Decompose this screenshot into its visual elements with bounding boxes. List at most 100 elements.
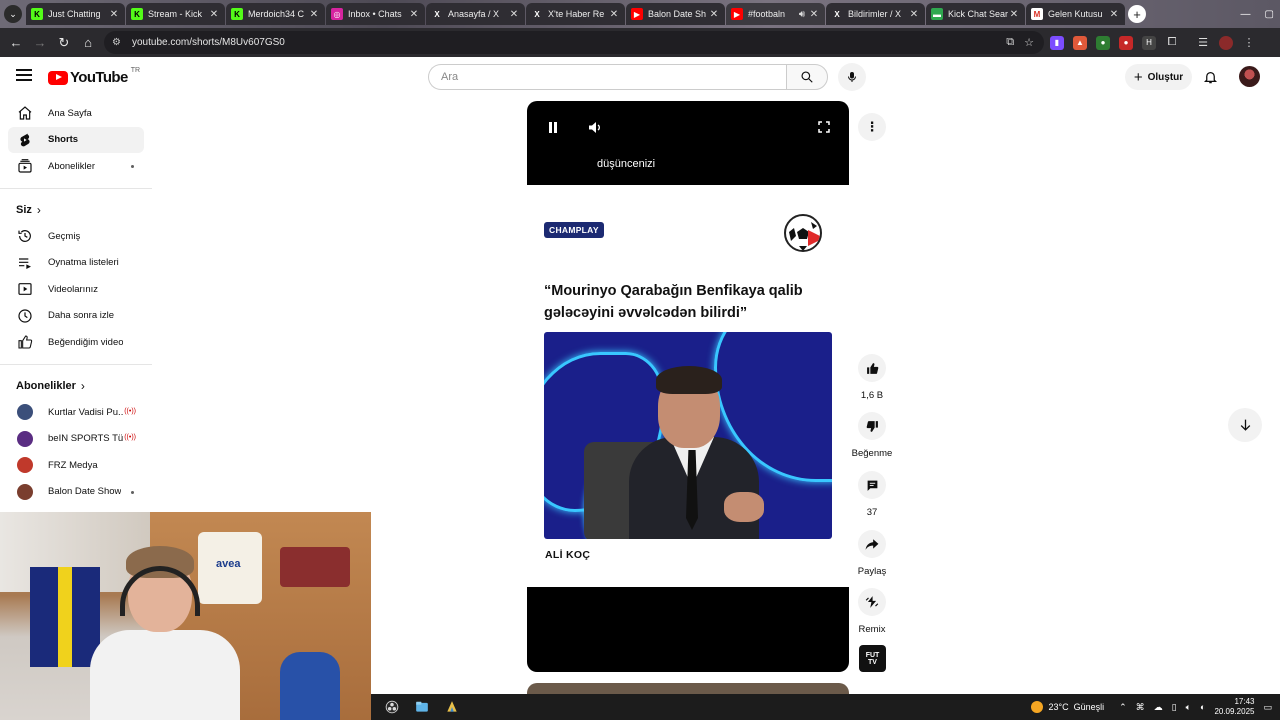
tab-close-icon[interactable]: ✕: [108, 9, 120, 20]
tab-close-icon[interactable]: ✕: [1008, 9, 1020, 20]
sidebar-item[interactable]: FRZ Medya: [8, 452, 144, 479]
battery-icon[interactable]: ▯: [1172, 702, 1177, 713]
weather-widget[interactable]: 23°C Güneşli: [1031, 701, 1104, 713]
sidebar-item[interactable]: beIN SPORTS Tü... ((•)): [8, 425, 144, 452]
account-avatar[interactable]: [1239, 66, 1260, 87]
share-circle[interactable]: [858, 530, 886, 558]
browser-tab[interactable]: K Merdoich34 C ✕: [226, 3, 325, 25]
fullscreen-button[interactable]: [814, 117, 834, 137]
back-arrow-icon[interactable]: ←: [4, 31, 28, 55]
dislike-circle[interactable]: [858, 412, 886, 440]
browser-tab[interactable]: X Anasayfa / X ✕: [426, 3, 525, 25]
create-button[interactable]: + Oluştur: [1125, 64, 1192, 90]
profile-icon[interactable]: [1219, 35, 1233, 50]
sidebar-subscriptions-heading[interactable]: Abonelikler ›: [0, 373, 152, 399]
sidebar-you-heading[interactable]: Siz ›: [0, 197, 152, 223]
tab-close-icon[interactable]: ✕: [808, 9, 820, 20]
network-icon[interactable]: ⌘: [1136, 702, 1145, 713]
volume-button[interactable]: [585, 117, 605, 137]
pause-button[interactable]: [543, 117, 563, 137]
browser-tab[interactable]: ▶ #footbaln 🔊︎ ✕: [726, 3, 825, 25]
shorts-video-frame[interactable]: CHAMPLAY “Mourinyo Qarabağın Benfikaya q…: [527, 185, 849, 587]
tab-close-icon[interactable]: ✕: [208, 9, 220, 20]
install-app-icon[interactable]: ⧉: [1006, 36, 1014, 49]
new-tab-button[interactable]: +: [1128, 5, 1146, 23]
tab-favicon-icon: ▶: [631, 8, 643, 20]
minimize-icon[interactable]: —: [1241, 9, 1251, 20]
tab-close-icon[interactable]: ✕: [408, 9, 420, 20]
sidebar-item[interactable]: Balon Date Show: [8, 479, 144, 506]
tab-close-icon[interactable]: ✕: [1108, 9, 1120, 20]
cloud-icon[interactable]: ☁: [1154, 702, 1163, 713]
home-browser-icon[interactable]: ⌂: [76, 31, 100, 55]
browser-menu-icon[interactable]: ⋮: [1242, 36, 1256, 50]
shorts-player-top[interactable]: düşüncenizi: [527, 101, 849, 185]
like-button[interactable]: 1,6 B: [848, 354, 896, 401]
dislike-button[interactable]: Beğenme: [848, 412, 896, 459]
webcam-person: [90, 546, 240, 720]
browser-tab[interactable]: M Gelen Kutusu ✕: [1026, 3, 1125, 25]
comments-circle[interactable]: [858, 471, 886, 499]
tab-close-icon[interactable]: ✕: [308, 9, 320, 20]
sidebar-item[interactable]: Kurtlar Vadisi Pu... ((•)): [8, 399, 144, 426]
extension-h-icon[interactable]: H: [1142, 35, 1156, 50]
browser-tab[interactable]: K Just Chatting ✕: [26, 3, 125, 25]
taskbar-app-icon[interactable]: [443, 698, 461, 716]
search-input[interactable]: [428, 64, 786, 90]
tab-close-icon[interactable]: ✕: [608, 9, 620, 20]
reading-list-icon[interactable]: ☰: [1196, 36, 1210, 50]
speaker-icon[interactable]: 🔈︎: [1186, 702, 1191, 713]
browser-tab[interactable]: ◎ Inbox • Chats ✕: [326, 3, 425, 25]
more-options-button[interactable]: ⋮: [858, 113, 886, 141]
bookmark-star-icon[interactable]: ☆: [1024, 36, 1034, 49]
channel-logo-button[interactable]: FUT TV: [859, 645, 886, 672]
comments-button[interactable]: 37: [848, 471, 896, 518]
volume-tray-icon[interactable]: ◐: [1200, 702, 1205, 712]
sidebar-divider: [0, 363, 152, 365]
sidebar-item[interactable]: Beğendiğim videolar: [8, 329, 144, 356]
browser-tab[interactable]: ▬ Kick Chat Sear ✕: [926, 3, 1025, 25]
tab-close-icon[interactable]: ✕: [708, 9, 720, 20]
tab-search-chevron-icon[interactable]: ⌄: [4, 5, 22, 23]
sidebar-item[interactable]: Daha sonra izle: [8, 303, 144, 330]
tab-audio-icon[interactable]: 🔊︎: [796, 9, 808, 20]
browser-tab[interactable]: X Bildirimler / X ✕: [826, 3, 925, 25]
remix-button[interactable]: Remix: [848, 588, 896, 635]
reload-icon[interactable]: ↻: [52, 31, 76, 55]
shorts-player-bottom[interactable]: [527, 587, 849, 672]
site-info-icon[interactable]: ⚙: [112, 37, 126, 48]
browser-tab[interactable]: X X'te Haber Re ✕: [526, 3, 625, 25]
browser-tab[interactable]: K Stream - Kick ✕: [126, 3, 225, 25]
sidebar-item[interactable]: Ana Sayfa: [8, 100, 144, 127]
sidebar-item[interactable]: Oynatma listeleri: [8, 249, 144, 276]
extension-green-icon[interactable]: ●: [1096, 35, 1110, 50]
file-explorer-icon[interactable]: [413, 698, 431, 716]
address-bar[interactable]: ⚙ youtube.com/shorts/M8Uv607GS0 ⧉ ☆: [104, 31, 1044, 54]
extension-red-icon[interactable]: ●: [1119, 35, 1133, 50]
taskbar-clock[interactable]: 17:43 20.09.2025: [1214, 697, 1254, 717]
restore-icon[interactable]: ▢: [1265, 9, 1274, 20]
browser-tab[interactable]: ▶ Balon Date Sh ✕: [626, 3, 725, 25]
youtube-logo[interactable]: YouTube TR: [48, 67, 140, 86]
sidebar-item[interactable]: Geçmiş: [8, 223, 144, 250]
extension-fox-icon[interactable]: ▲: [1073, 35, 1087, 50]
sidebar-item[interactable]: Shorts: [8, 126, 144, 154]
sidebar-item[interactable]: Abonelikler: [8, 153, 144, 180]
like-circle[interactable]: [858, 354, 886, 382]
remix-circle[interactable]: [858, 588, 886, 616]
chevron-up-icon[interactable]: ⌃: [1119, 702, 1127, 713]
notifications-button[interactable]: [1200, 67, 1220, 87]
tab-close-icon[interactable]: ✕: [508, 9, 520, 20]
forward-arrow-icon[interactable]: →: [28, 31, 52, 55]
next-video-button[interactable]: [1228, 408, 1262, 442]
obs-icon[interactable]: [383, 698, 401, 716]
tab-close-icon[interactable]: ✕: [908, 9, 920, 20]
share-button[interactable]: Paylaş: [848, 530, 896, 577]
notification-center-icon[interactable]: ▭: [1263, 702, 1272, 713]
sidebar-item[interactable]: Videolarınız: [8, 276, 144, 303]
extension-purple-icon[interactable]: ▮: [1050, 35, 1064, 50]
hamburger-menu-icon[interactable]: [16, 69, 32, 81]
extensions-puzzle-icon[interactable]: ⧠: [1165, 36, 1179, 50]
search-button[interactable]: [786, 64, 828, 90]
voice-search-button[interactable]: [838, 63, 866, 91]
